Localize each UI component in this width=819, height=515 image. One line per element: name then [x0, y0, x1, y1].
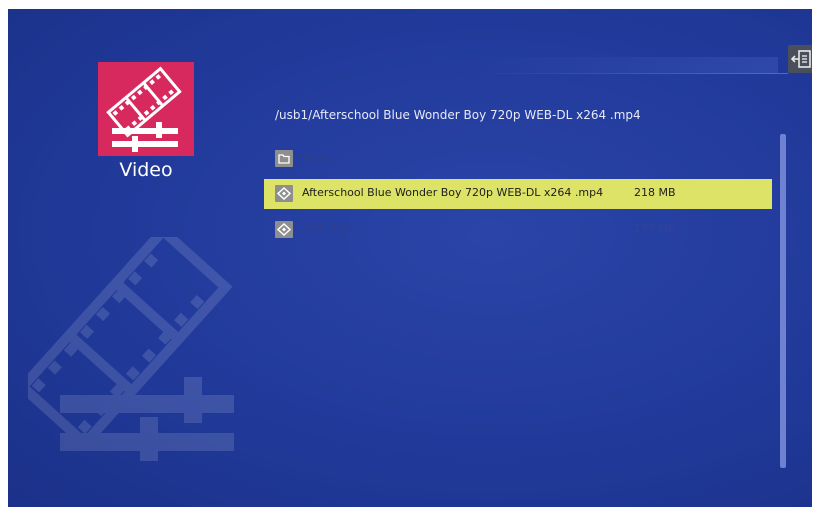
- video-section-tile[interactable]: [98, 62, 194, 156]
- film-watermark-icon: [15, 223, 238, 467]
- file-size: 218 MB: [634, 186, 676, 199]
- file-name: Afterschool Blue Wonder Boy 720p WEB-DL …: [302, 186, 604, 199]
- folder-icon: [275, 150, 293, 167]
- header-divider: [468, 73, 788, 74]
- file-name: MVC 9.avi: [302, 222, 357, 235]
- video-file-icon: [275, 221, 293, 238]
- file-size: 177 MB: [634, 222, 676, 235]
- file-name: Video: [302, 151, 333, 164]
- file-row-folder[interactable]: Video: [264, 144, 772, 174]
- file-row-selected[interactable]: Afterschool Blue Wonder Boy 720p WEB-DL …: [264, 179, 772, 209]
- media-browser-screen: Video /usb1/Afterschool Blue Wonder Boy …: [8, 9, 812, 507]
- current-path: /usb1/Afterschool Blue Wonder Boy 720p W…: [275, 108, 641, 122]
- section-title: Video: [119, 159, 173, 181]
- exit-icon: [790, 50, 811, 68]
- film-strip-icon: [106, 66, 182, 152]
- scrollbar[interactable]: [780, 134, 786, 468]
- file-row[interactable]: MVC 9.avi 177 MB: [264, 215, 772, 245]
- header-glow: [478, 57, 778, 73]
- exit-button[interactable]: [788, 45, 812, 73]
- video-file-icon: [275, 185, 293, 202]
